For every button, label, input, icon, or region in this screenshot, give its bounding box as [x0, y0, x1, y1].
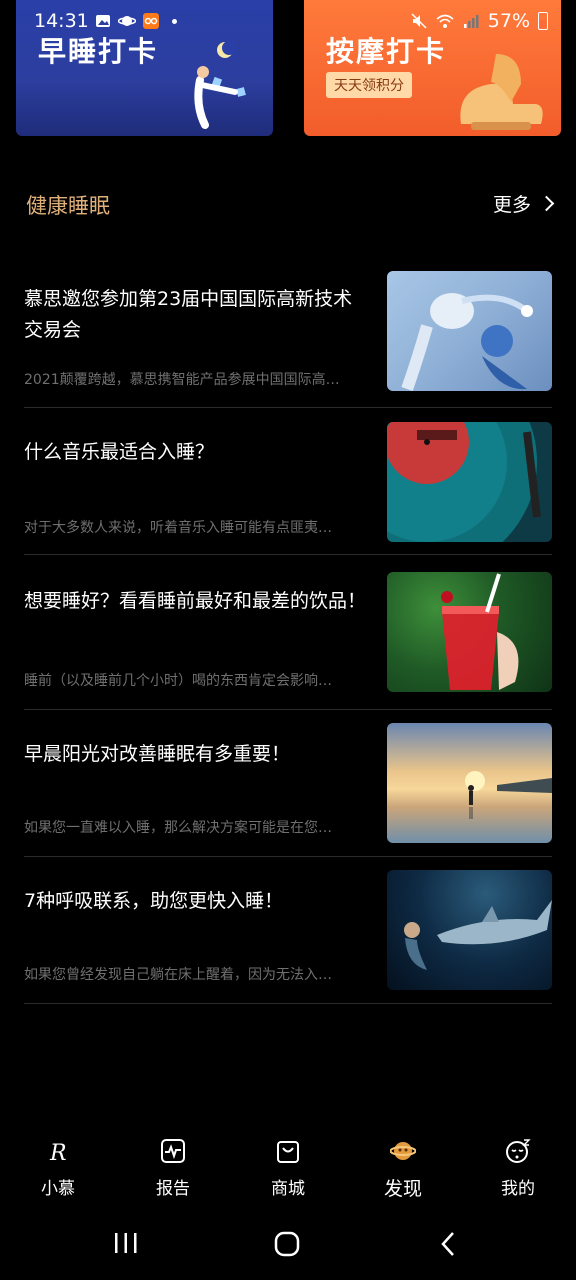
article-desc: 如果您曾经发现自己躺在床上醒着，因为无法入…: [24, 967, 332, 983]
sleepy-face-icon: [506, 1139, 531, 1163]
tab-label: 我的: [501, 1179, 535, 1199]
tab-label: 发现: [383, 1178, 422, 1200]
sleeping-figure-illustration: [194, 41, 246, 129]
tab-label: 小慕: [41, 1179, 75, 1199]
article-thumbnail: [387, 870, 552, 990]
article-thumbnail: [387, 572, 552, 692]
massage-chair-illustration: [460, 54, 543, 130]
robot-figure-image: [401, 293, 533, 391]
article-thumbnail: [387, 271, 552, 391]
article-desc: 如果您一直难以入睡，那么解决方案可能是在您…: [24, 820, 332, 836]
section-title: 健康睡眠: [26, 194, 110, 218]
sunset-beach-image: [465, 771, 552, 819]
logo-r-icon: R: [49, 1141, 67, 1166]
tab-label: 商城: [271, 1179, 305, 1199]
article-desc: 2021颠覆跨越，慕思携智能产品参展中国国际高…: [24, 372, 340, 388]
article-item[interactable]: 什么音乐最适合入睡？ 对于大多数人来说，听着音乐入睡可能有点匪夷…: [24, 407, 552, 555]
banner-subtitle-badge: 天天领积分: [326, 72, 412, 98]
report-icon: [161, 1139, 185, 1163]
article-title: 什么音乐最适合入睡？: [24, 441, 215, 463]
article-title: 想要睡好？看看睡前最好和最差的饮品！: [24, 590, 367, 612]
battery-percent: 57%: [487, 10, 530, 32]
article-thumbnail: [387, 723, 552, 843]
back-icon[interactable]: [438, 1230, 458, 1258]
app-badge-icon: [143, 13, 159, 29]
chevron-right-icon: [538, 195, 555, 212]
tab-xiaomu[interactable]: R 小慕: [8, 1130, 108, 1199]
status-bar: 14:31 57%: [0, 0, 576, 48]
shopping-bag-icon: [277, 1141, 299, 1163]
more-button[interactable]: 更多: [492, 190, 555, 217]
diver-shark-image: [404, 900, 552, 970]
vinyl-record-image: [387, 422, 541, 542]
mute-icon: [411, 13, 427, 29]
status-right: 57%: [410, 10, 548, 32]
article-item[interactable]: 7种呼吸联系，助您更快入睡！ 如果您曾经发现自己躺在床上醒着，因为无法入…: [24, 856, 552, 1004]
article-item[interactable]: 早晨阳光对改善睡眠有多重要！ 如果您一直难以入睡，那么解决方案可能是在您…: [24, 709, 552, 857]
home-icon[interactable]: [273, 1230, 301, 1258]
more-label: 更多: [492, 194, 531, 216]
tab-discover[interactable]: 发现: [353, 1130, 453, 1201]
red-drink-image: [441, 573, 519, 690]
planet-icon: [389, 1142, 417, 1160]
notification-dot-icon: [172, 18, 177, 24]
battery-icon: [538, 12, 548, 30]
article-item[interactable]: 慕思邀您参加第23届中国国际高新技术交易会 2021颠覆跨越，慕思携智能产品参展…: [24, 270, 552, 408]
tab-report[interactable]: 报告: [123, 1130, 223, 1199]
tab-label: 报告: [156, 1179, 190, 1199]
wifi-icon: [436, 14, 454, 28]
gallery-icon: [96, 15, 110, 27]
recent-apps-icon[interactable]: [112, 1230, 140, 1256]
saturn-icon: [118, 16, 136, 26]
article-item[interactable]: 想要睡好？看看睡前最好和最差的饮品！ 睡前（以及睡前几个小时）喝的东西肯定会影响…: [24, 554, 552, 710]
bottom-navigation: R 小慕 报告 商城 发现 我的: [0, 1130, 576, 1210]
svg-text:R: R: [49, 1141, 67, 1164]
system-navigation-bar: [0, 1212, 576, 1280]
article-title: 慕思邀您参加第23届中国国际高新技术交易会: [24, 288, 353, 341]
article-thumbnail: [387, 422, 552, 542]
article-desc: 睡前（以及睡前几个小时）喝的东西肯定会影响…: [24, 673, 332, 689]
signal-icon: [463, 15, 479, 28]
status-time: 14:31: [34, 10, 89, 32]
tab-mall[interactable]: 商城: [238, 1130, 338, 1199]
article-title: 7种呼吸联系，助您更快入睡！: [24, 890, 284, 912]
article-title: 早晨阳光对改善睡眠有多重要！: [24, 743, 291, 765]
article-desc: 对于大多数人来说，听着音乐入睡可能有点匪夷…: [24, 520, 332, 536]
status-notification-icons: [94, 12, 177, 30]
tab-mine[interactable]: 我的: [468, 1130, 568, 1199]
